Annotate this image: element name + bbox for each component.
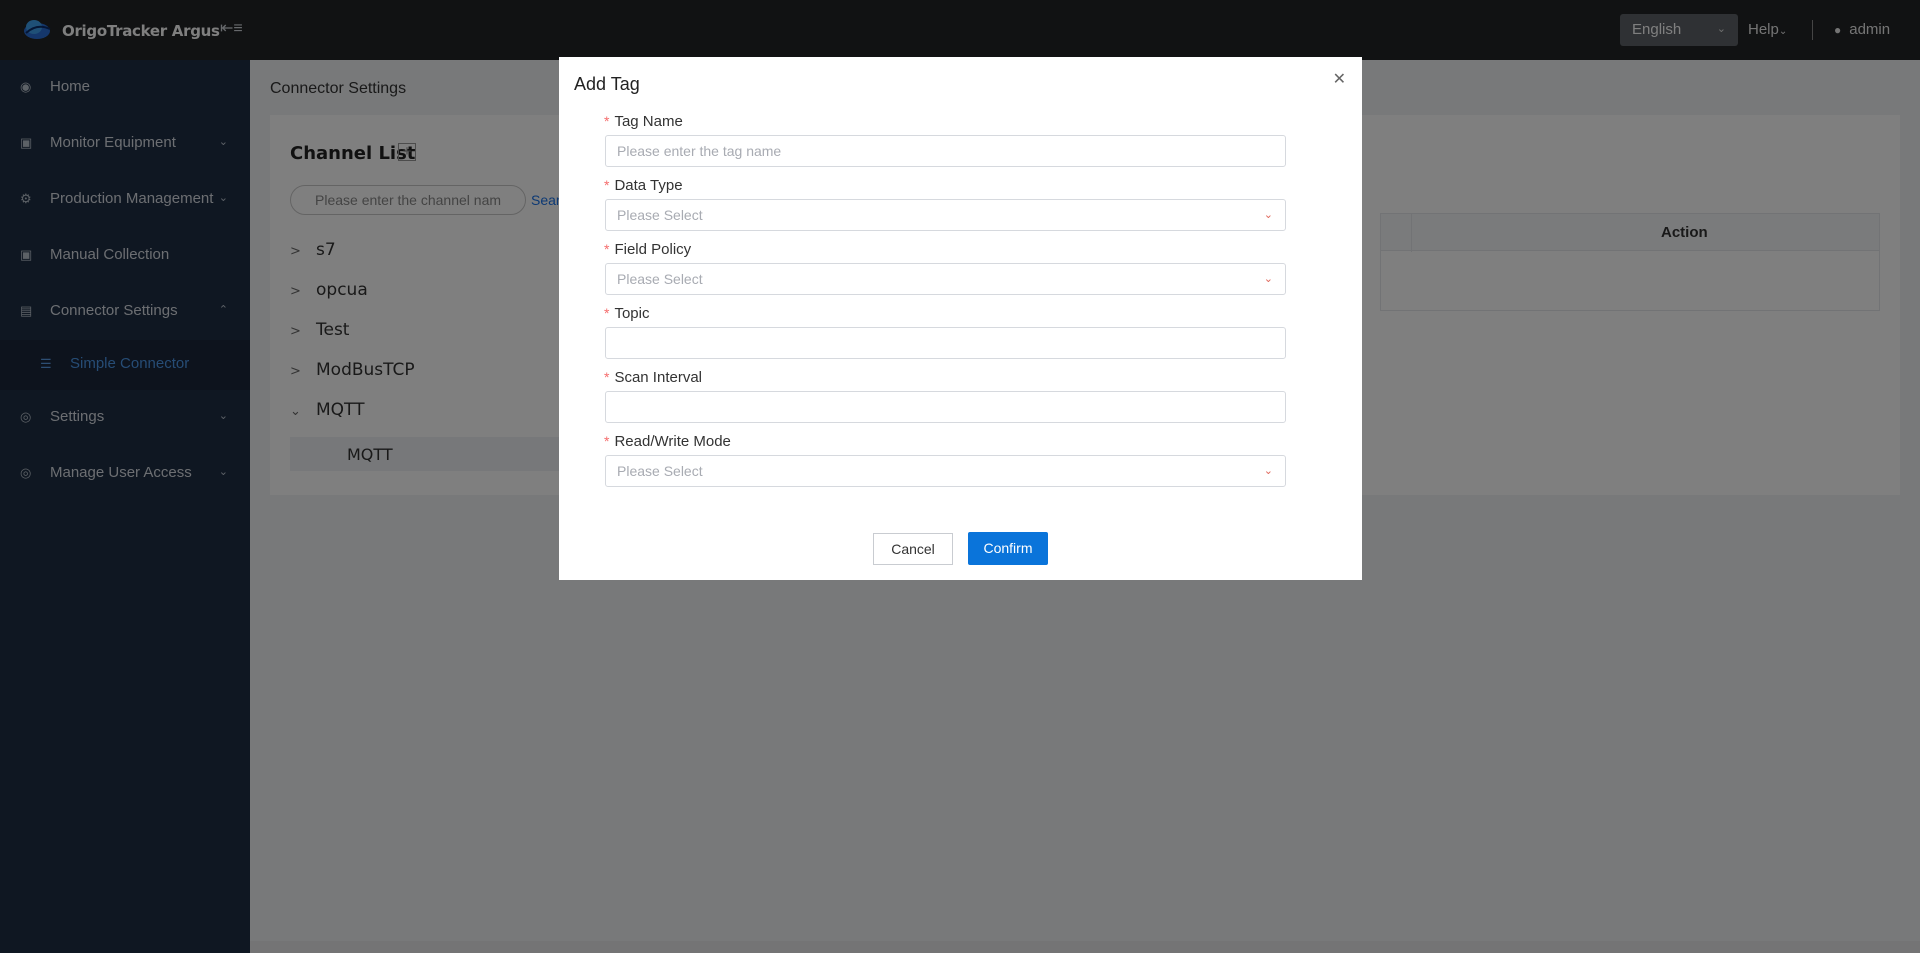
rw-mode-select[interactable]: Please Select ⌄ xyxy=(605,455,1286,487)
required-mark: * xyxy=(604,113,610,129)
data-type-label: * Data Type xyxy=(604,177,683,194)
rw-mode-label: * Read/Write Mode xyxy=(604,433,731,450)
label-text: Field Policy xyxy=(614,241,692,258)
data-type-select[interactable]: Please Select ⌄ xyxy=(605,199,1286,231)
label-text: Scan Interval xyxy=(614,369,702,386)
close-icon[interactable]: ✕ xyxy=(1333,69,1346,89)
select-placeholder: Please Select xyxy=(617,271,703,287)
chevron-down-icon: ⌄ xyxy=(1263,209,1273,221)
field-policy-label: * Field Policy xyxy=(604,241,692,258)
chevron-down-icon: ⌄ xyxy=(1263,273,1273,285)
label-text: Data Type xyxy=(614,177,683,194)
tag-name-label: * Tag Name xyxy=(604,113,683,130)
label-text: Tag Name xyxy=(614,113,683,130)
scan-interval-input[interactable] xyxy=(605,391,1286,423)
label-text: Topic xyxy=(614,305,650,322)
topic-input[interactable] xyxy=(605,327,1286,359)
required-mark: * xyxy=(604,369,610,385)
dialog-title: Add Tag xyxy=(574,74,640,94)
select-placeholder: Please Select xyxy=(617,463,703,479)
cancel-button[interactable]: Cancel xyxy=(873,533,953,565)
tag-name-input[interactable]: Please enter the tag name xyxy=(605,135,1286,167)
select-placeholder: Please Select xyxy=(617,207,703,223)
required-mark: * xyxy=(604,241,610,257)
add-tag-dialog: Add Tag ✕ * Tag Name Please enter the tag… xyxy=(559,57,1362,580)
label-text: Read/Write Mode xyxy=(614,433,731,450)
chevron-down-icon: ⌄ xyxy=(1263,465,1273,477)
required-mark: * xyxy=(604,305,610,321)
topic-label: * Topic xyxy=(604,305,650,322)
scan-interval-label: * Scan Interval xyxy=(604,369,702,386)
required-mark: * xyxy=(604,433,610,449)
required-mark: * xyxy=(604,177,610,193)
confirm-button[interactable]: Confirm xyxy=(968,532,1048,565)
field-policy-select[interactable]: Please Select ⌄ xyxy=(605,263,1286,295)
